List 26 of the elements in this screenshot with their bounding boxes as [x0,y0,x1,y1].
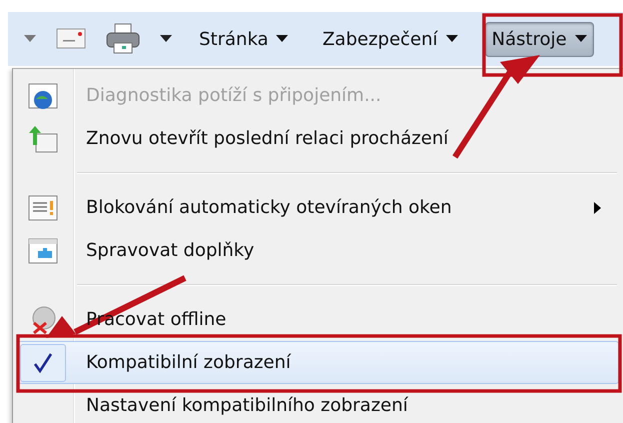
reopen-tabs-icon [28,124,58,154]
puzzle-window-icon [28,238,58,264]
menu-item-label: Nastavení kompatibilního zobrazení [86,395,408,416]
mail-icon[interactable] [56,27,86,51]
menu-item-label: Spravovat doplňky [86,240,254,261]
caret-icon[interactable] [160,35,172,43]
menu-item-label: Diagnostika potíží s připojením... [86,85,382,106]
menu-item[interactable]: Znovu otevřít poslední relaci procházení [17,117,619,160]
caret-icon [276,35,288,43]
toolbar-menu-button[interactable]: Zabezpečení [315,22,465,56]
toolbar-menu-button[interactable]: Stránka [192,22,296,56]
menu-item-label: Kompatibilní zobrazení [86,352,291,373]
caret-icon [446,35,458,43]
menu-item[interactable]: Nastavení kompatibilního zobrazení [17,384,619,423]
popup-blocker-icon [28,194,58,220]
caret-icon [574,35,587,43]
menu-item[interactable]: Blokování automaticky otevíraných oken [17,186,619,229]
printer-icon[interactable] [106,23,140,55]
menu-item[interactable]: Spravovat doplňky [17,229,619,272]
network-globe-icon [28,82,58,108]
checkmark-icon [33,352,53,374]
menu-item-label: Znovu otevřít poslední relaci procházení [86,128,448,149]
menu-item-label: Blokování automaticky otevíraných oken [86,197,452,218]
submenu-arrow-icon [594,202,602,214]
menu-item[interactable]: Kompatibilní zobrazení [17,341,619,384]
toolbar-menu-button[interactable]: Nástroje [484,22,594,56]
